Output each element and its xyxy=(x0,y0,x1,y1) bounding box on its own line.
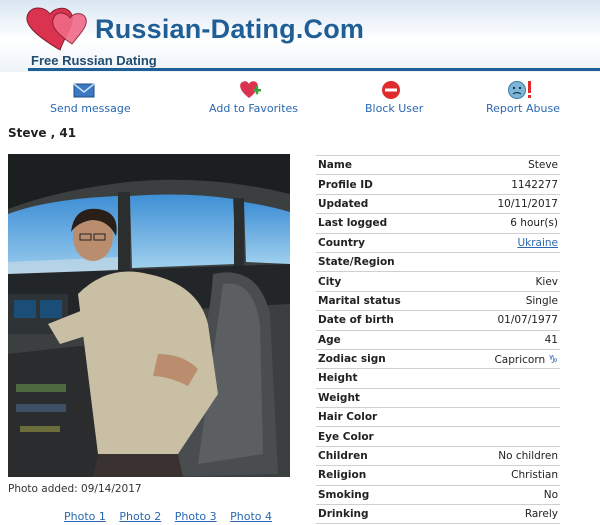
detail-value xyxy=(453,369,560,388)
profile-photo-image xyxy=(8,154,290,477)
send-message-button[interactable]: Send message xyxy=(50,80,131,115)
capricorn-icon: ♑ xyxy=(548,352,558,366)
block-icon xyxy=(382,81,400,99)
detail-value xyxy=(453,252,560,271)
detail-label: State/Region xyxy=(318,256,395,269)
detail-row-marital-status: Marital status Single xyxy=(316,291,560,311)
detail-value: 1142277 xyxy=(511,178,558,191)
detail-row-hair-color: Hair Color xyxy=(316,408,560,427)
detail-label: Date of birth xyxy=(318,314,394,327)
detail-value: Capricorn xyxy=(494,353,546,366)
header-divider xyxy=(28,68,600,71)
add-to-favorites-label: Add to Favorites xyxy=(209,102,299,115)
site-subtitle: Free Russian Dating xyxy=(31,53,157,68)
site-header: Russian-Dating.Com Free Russian Dating xyxy=(0,0,600,72)
detail-row-smoking: Smoking No xyxy=(316,485,560,505)
detail-label: Name xyxy=(318,159,352,172)
detail-label: Drinking xyxy=(318,508,369,521)
detail-value: 6 hour(s) xyxy=(510,217,558,230)
detail-row-zodiac: Zodiac sign Capricorn ♑ xyxy=(316,349,560,369)
detail-label: Profile ID xyxy=(318,178,373,191)
detail-value: 01/07/1977 xyxy=(497,314,558,327)
block-user-button[interactable]: Block User xyxy=(365,80,424,115)
detail-row-last-logged: Last logged 6 hour(s) xyxy=(316,214,560,234)
heart-plus-icon xyxy=(240,81,261,98)
detail-label: Country xyxy=(318,236,365,249)
detail-label: Children xyxy=(318,450,368,463)
send-message-label: Send message xyxy=(50,102,131,115)
detail-value: Steve xyxy=(528,159,558,172)
detail-row-name: Name Steve xyxy=(316,155,560,175)
detail-row-date-of-birth: Date of birth 01/07/1977 xyxy=(316,311,560,331)
report-icon xyxy=(508,81,531,99)
detail-label: Height xyxy=(318,372,358,385)
report-abuse-label: Report Abuse xyxy=(486,102,560,115)
detail-row-age: Age 41 xyxy=(316,330,560,350)
add-to-favorites-button[interactable]: Add to Favorites xyxy=(209,80,299,115)
photo-link-1[interactable]: Photo 1 xyxy=(64,510,106,523)
logo-hearts-icon[interactable] xyxy=(20,4,100,54)
detail-value: No xyxy=(543,488,558,501)
detail-label: Religion xyxy=(318,469,367,482)
photo-links: Photo 1 Photo 2 Photo 3 Photo 4 xyxy=(64,510,282,523)
detail-value: Rarely xyxy=(524,508,558,521)
site-title[interactable]: Russian-Dating.Com xyxy=(95,14,364,45)
detail-row-city: City Kiev xyxy=(316,272,560,292)
photo-link-4[interactable]: Photo 4 xyxy=(230,510,272,523)
detail-row-updated: Updated 10/11/2017 xyxy=(316,194,560,214)
detail-row-eye-color: Eye Color xyxy=(316,427,560,447)
detail-label: Smoking xyxy=(318,488,370,501)
detail-value: Kiev xyxy=(535,275,558,288)
detail-row-height: Height xyxy=(316,369,560,389)
block-user-label: Block User xyxy=(365,102,424,115)
country-link[interactable]: Ukraine xyxy=(517,237,558,249)
detail-row-religion: Religion Christian xyxy=(316,466,560,486)
detail-label: Zodiac sign xyxy=(318,353,386,366)
profile-heading: Steve , 41 xyxy=(8,126,77,140)
detail-value xyxy=(453,408,560,427)
profile-details-table: Name Steve Profile ID 1142277 Updated 10/11… xyxy=(316,155,560,524)
detail-value: 10/11/2017 xyxy=(497,197,558,210)
detail-value: 41 xyxy=(544,333,558,346)
profile-photo[interactable] xyxy=(8,154,290,477)
detail-row-weight: Weight xyxy=(316,388,560,408)
detail-label: Eye Color xyxy=(318,430,374,443)
detail-value xyxy=(453,427,560,446)
detail-row-profile-id: Profile ID 1142277 xyxy=(316,175,560,195)
detail-row-state: State/Region xyxy=(316,252,560,272)
detail-label: Last logged xyxy=(318,217,388,230)
detail-label: Updated xyxy=(318,197,369,210)
detail-row-drinking: Drinking Rarely xyxy=(316,505,560,524)
photo-caption: Photo added: 09/14/2017 xyxy=(8,483,142,495)
detail-value xyxy=(453,388,560,407)
detail-label: Hair Color xyxy=(318,411,378,424)
detail-label: Marital status xyxy=(318,294,401,307)
photo-link-2[interactable]: Photo 2 xyxy=(119,510,161,523)
detail-label: City xyxy=(318,275,342,288)
detail-label: Weight xyxy=(318,391,360,404)
detail-row-country: Country Ukraine xyxy=(316,233,560,253)
detail-value: Christian xyxy=(511,469,558,482)
envelope-icon xyxy=(73,83,95,98)
detail-label: Age xyxy=(318,333,341,346)
photo-link-3[interactable]: Photo 3 xyxy=(175,510,217,523)
report-abuse-button[interactable]: Report Abuse xyxy=(486,80,560,115)
detail-value: No children xyxy=(498,450,558,463)
detail-row-children: Children No children xyxy=(316,446,560,466)
detail-value: Single xyxy=(525,294,558,307)
